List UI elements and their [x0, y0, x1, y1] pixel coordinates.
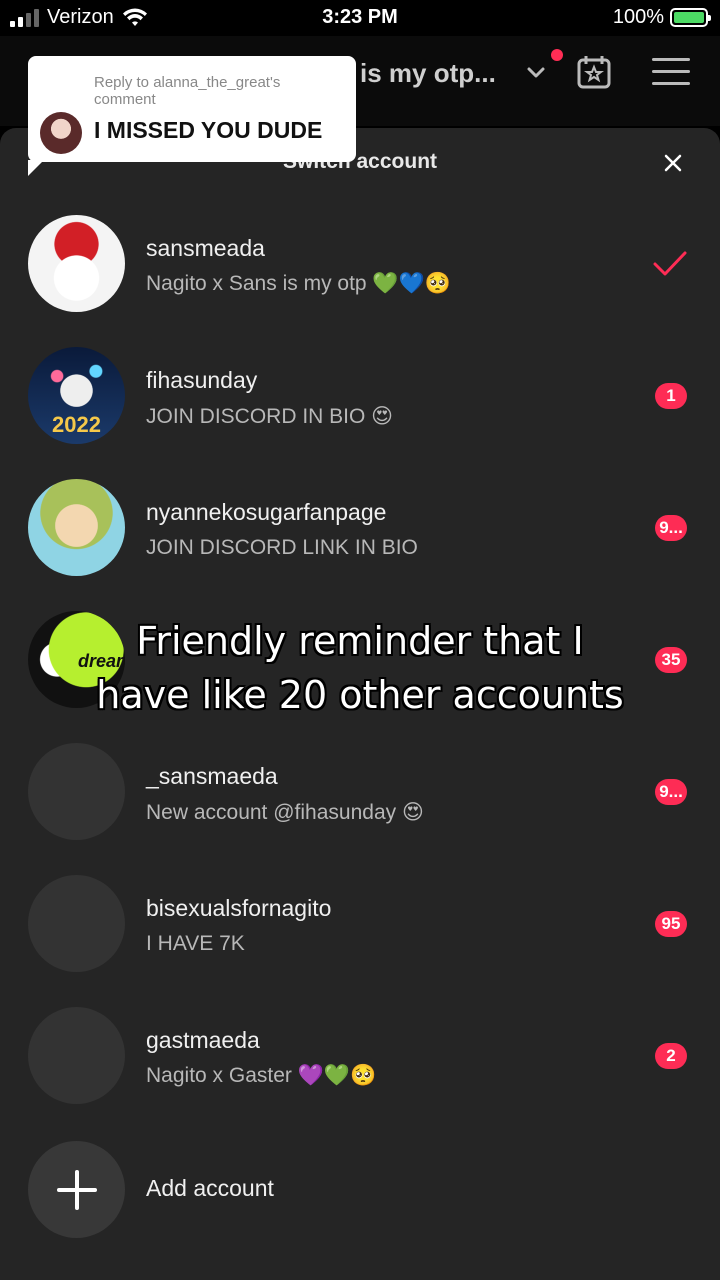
- header-title[interactable]: is my otp...: [360, 58, 496, 89]
- account-username: sansmeada: [146, 235, 265, 261]
- chevron-down-icon[interactable]: [524, 60, 548, 84]
- caption-line-2: have like 20 other accounts: [96, 673, 624, 717]
- avatar: [28, 1007, 125, 1104]
- notification-badge: 9...: [655, 779, 687, 805]
- avatar: [28, 215, 125, 312]
- checkmark-icon: [653, 251, 687, 276]
- account-bio: JOIN DISCORD IN BIO 😍: [146, 405, 394, 428]
- menu-icon[interactable]: [652, 58, 690, 88]
- notification-badge: 1: [655, 383, 687, 409]
- status-bar: Verizon 3:23 PM 100%: [0, 0, 720, 36]
- avatar: [28, 743, 125, 840]
- account-row-sansmeada[interactable]: sansmeada Nagito x Sans is my otp 💚💙🥺: [0, 196, 720, 328]
- close-icon[interactable]: [658, 148, 688, 178]
- comment-text: I MISSED YOU DUDE: [94, 117, 323, 143]
- notification-badge: 2: [655, 1043, 687, 1069]
- account-row-_sansmaeda[interactable]: _sansmaeda New account @fihasunday 😍 9..…: [0, 724, 720, 856]
- comment-reply-bubble: Reply to alanna_the_great's comment I MI…: [28, 56, 356, 176]
- account-username: gastmaeda: [146, 1027, 260, 1053]
- avatar: 2022: [28, 347, 125, 444]
- commenter-avatar: [40, 112, 82, 154]
- account-username: _sansmaeda: [146, 763, 278, 789]
- calendar-icon[interactable]: [576, 54, 612, 90]
- reply-to-label: Reply to alanna_the_great's comment: [94, 74, 281, 108]
- account-row-fihasunday[interactable]: 2022 fihasunday JOIN DISCORD IN BIO 😍 1: [0, 328, 720, 460]
- plus-icon: [28, 1141, 125, 1238]
- add-account-label: Add account: [146, 1175, 274, 1201]
- avatar: [28, 479, 125, 576]
- video-caption: Friendly reminder that I have like 20 ot…: [0, 614, 720, 722]
- account-row-bisexualsfornagito[interactable]: bisexualsfornagito I HAVE 7K 95: [0, 856, 720, 988]
- battery-icon: [670, 8, 711, 27]
- notification-badge: 95: [655, 911, 687, 937]
- account-bio: New account @fihasunday 😍: [146, 801, 424, 824]
- avatar-year-text: 2022: [52, 412, 101, 437]
- account-username: bisexualsfornagito: [146, 895, 332, 921]
- caption-line-1: Friendly reminder that I: [136, 619, 584, 663]
- account-bio: I HAVE 7K: [146, 932, 245, 955]
- account-bio: Nagito x Sans is my otp 💚💙🥺: [146, 272, 451, 295]
- account-bio: Nagito x Gaster 💜💚🥺: [146, 1064, 377, 1087]
- account-username: nyannekosugarfanpage: [146, 499, 387, 525]
- notification-badge: 9...: [655, 515, 687, 541]
- notification-dot: [551, 49, 563, 61]
- account-row-nyannekosugarfanpage[interactable]: nyannekosugarfanpage JOIN DISCORD LINK I…: [0, 460, 720, 592]
- account-bio: JOIN DISCORD LINK IN BIO: [146, 536, 418, 559]
- account-username: fihasunday: [146, 367, 258, 393]
- status-right: 100%: [612, 6, 711, 29]
- battery-percent: 100%: [612, 6, 664, 28]
- avatar: [28, 875, 125, 972]
- account-row-gastmaeda[interactable]: gastmaeda Nagito x Gaster 💜💚🥺 2: [0, 988, 720, 1120]
- add-account-row[interactable]: Add account: [0, 1120, 720, 1252]
